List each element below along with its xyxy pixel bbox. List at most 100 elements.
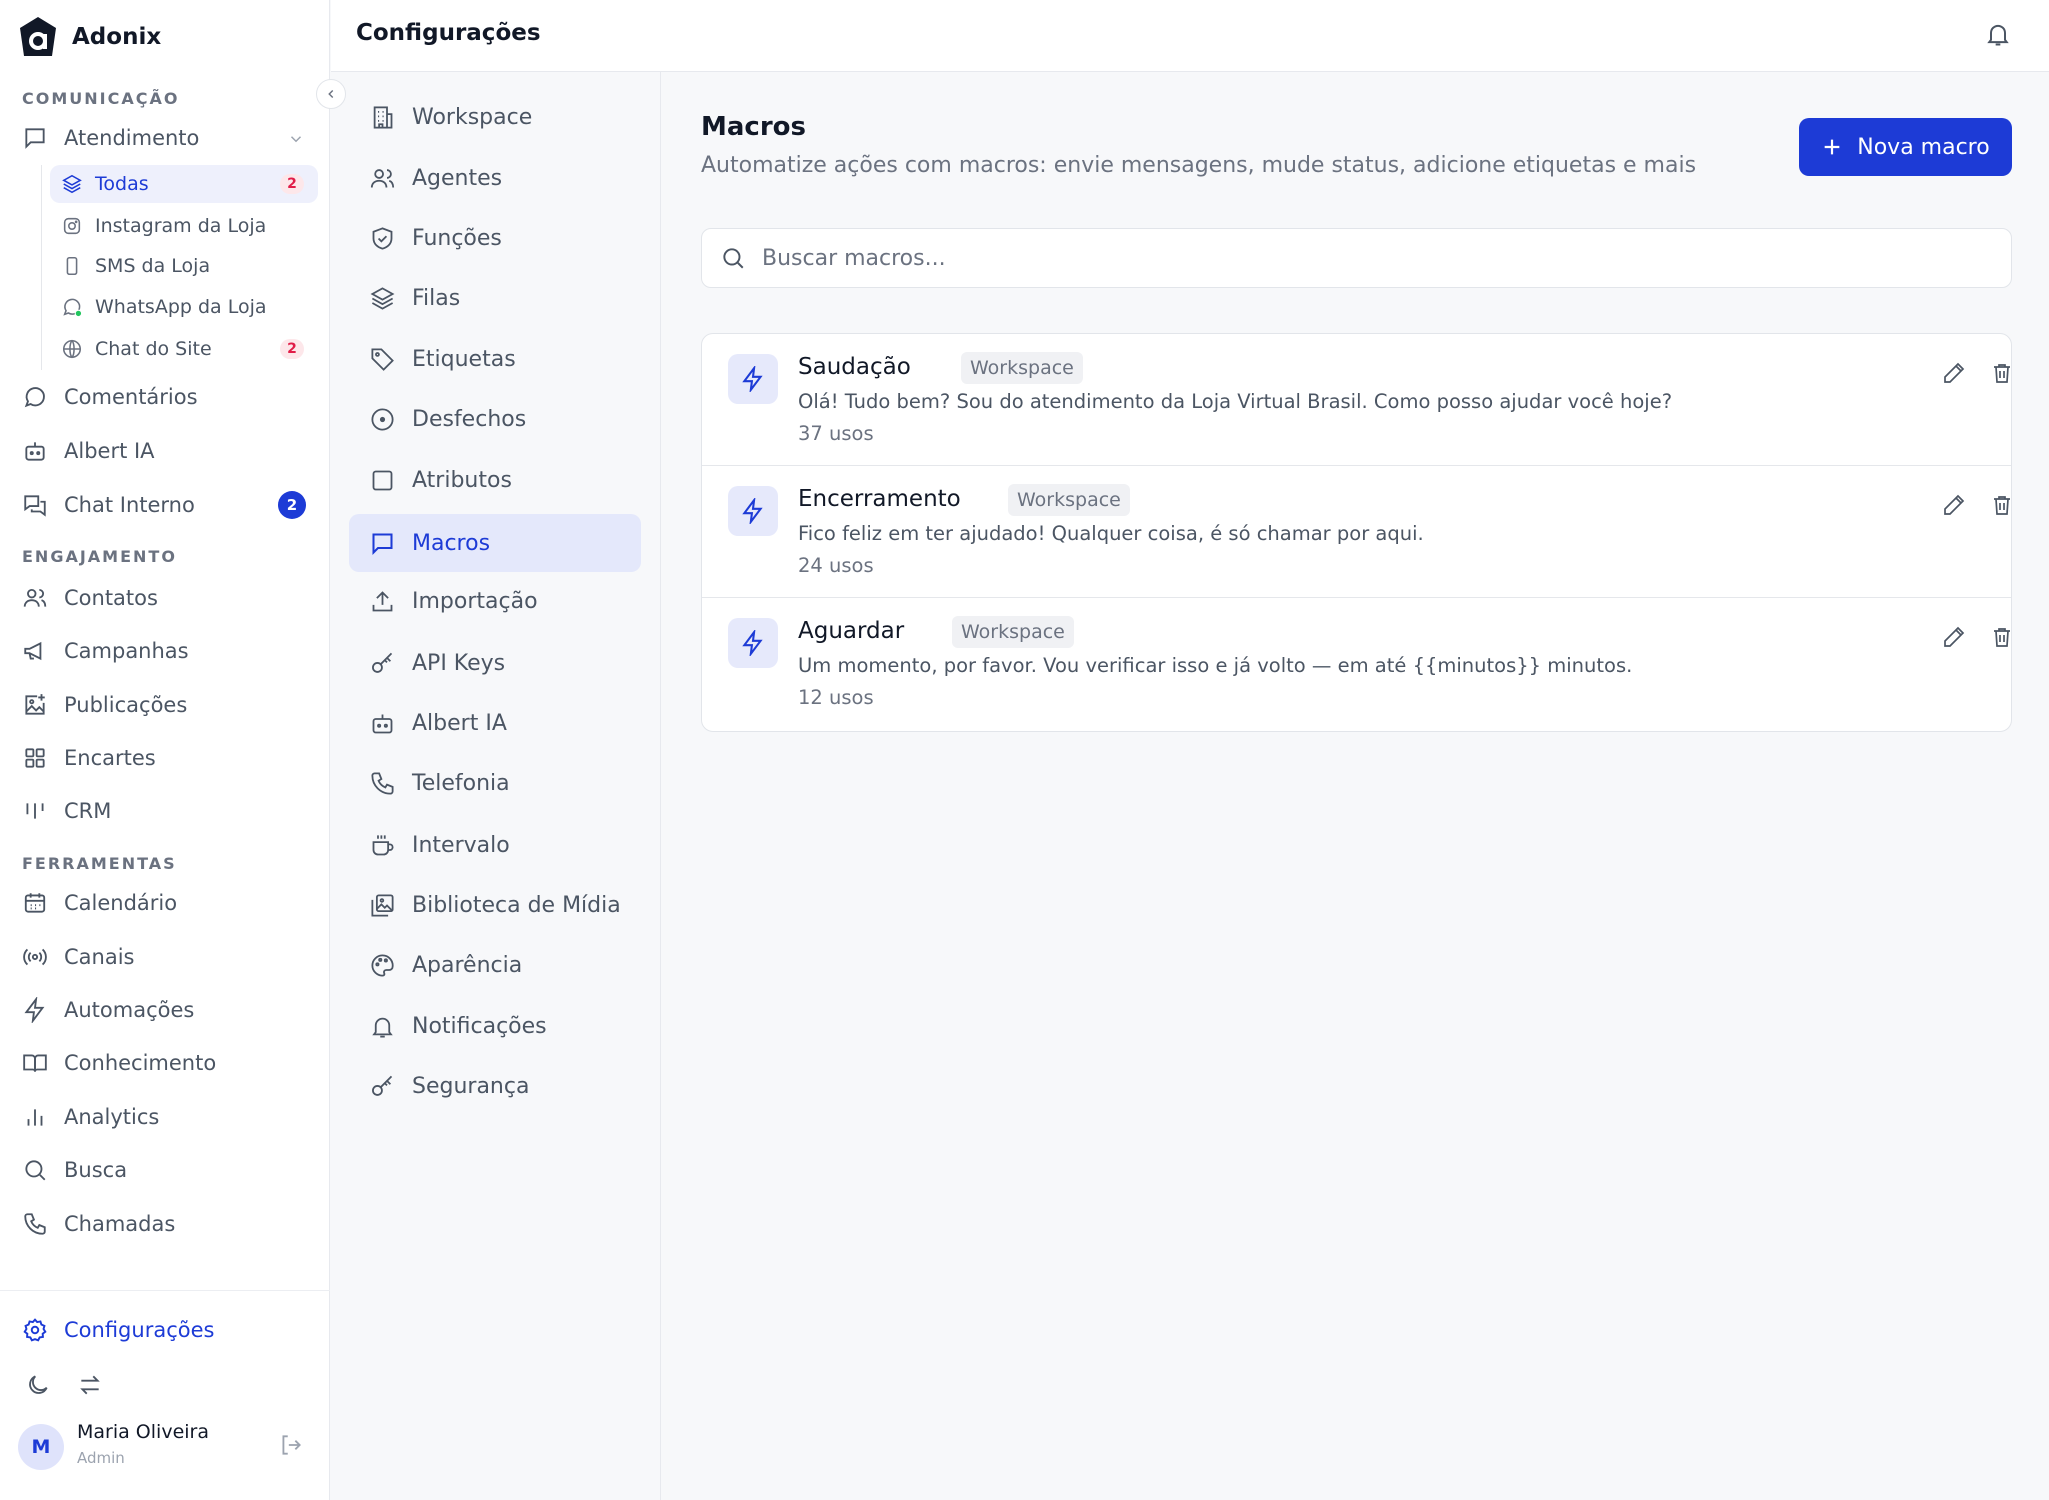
inbox-label: WhatsApp da Loja [95,296,267,318]
search-input[interactable] [762,245,1962,271]
settings-label: Biblioteca de Mídia [412,892,621,918]
theme-toggle-button[interactable] [23,1370,53,1400]
nav-label: Configurações [64,1318,215,1342]
search-box [701,228,2012,288]
settings-item-filas[interactable]: Filas [349,269,641,327]
moon-icon [25,1372,51,1398]
kanban-icon [22,798,48,824]
book-open-icon [22,1050,48,1076]
pencil-icon[interactable] [1939,358,1969,388]
upload-icon [369,588,396,615]
chevron-left-icon [328,89,334,99]
trash-icon[interactable] [1987,358,2011,388]
nav-item-campanhas[interactable]: Campanhas [22,638,189,664]
collapse-sidebar-button[interactable] [316,79,346,109]
nav-label: Calendário [64,891,178,915]
trash-icon[interactable] [1987,622,2011,652]
inbox-label: SMS da Loja [95,255,211,277]
nav-item-chamadas[interactable]: Chamadas [22,1211,175,1237]
inbox-item-chat-site[interactable]: Chat do Site 2 [50,330,318,368]
pencil-icon[interactable] [1939,490,1969,520]
nav-item-contatos[interactable]: Contatos [22,585,158,611]
settings-item-workspace[interactable]: Workspace [349,88,641,146]
macro-row[interactable]: Aguardar Workspace Um momento, por favor… [702,598,2011,730]
settings-item-macros[interactable]: Macros [349,514,641,572]
nav-item-encartes[interactable]: Encartes [22,745,156,771]
nav-label: Campanhas [64,639,189,663]
settings-label: Aparência [412,952,523,978]
nav-item-busca[interactable]: Busca [22,1157,127,1183]
nav-item-atendimento[interactable]: Atendimento [22,125,199,151]
settings-item-aparencia[interactable]: Aparência [349,936,641,994]
nav-item-canais[interactable]: Canais [22,944,135,970]
nav-label: Chamadas [64,1212,176,1236]
macro-name: Aguardar [798,618,905,644]
switch-workspace-button[interactable] [75,1370,105,1400]
settings-item-funcoes[interactable]: Funções [349,209,641,267]
inbox-item-instagram[interactable]: Instagram da Loja [50,207,318,245]
macro-row[interactable]: Encerramento Workspace Fico feliz em ter… [702,466,2011,598]
arrows-swap-icon [77,1372,103,1398]
bell-icon[interactable] [1984,20,2012,48]
nav-item-chat-interno[interactable]: Chat Interno [22,492,195,518]
settings-label: Desfechos [412,406,527,432]
messages-icon [22,492,48,518]
settings-item-etiquetas[interactable]: Etiquetas [349,330,641,388]
pencil-icon[interactable] [1939,622,1969,652]
scope-badge: Workspace [952,616,1074,648]
nav-item-calendario[interactable]: Calendário [22,890,177,916]
nav-item-albert-ia[interactable]: Albert IA [22,438,155,464]
nav-item-crm[interactable]: CRM [22,798,111,824]
inbox-item-sms[interactable]: SMS da Loja [50,247,318,285]
bot-icon [369,710,396,737]
macro-list: Saudação Workspace Olá! Tudo bem? Sou do… [701,333,2012,732]
settings-item-seguranca[interactable]: Segurança [349,1057,641,1115]
user-role: Admin [77,1449,125,1467]
settings-item-telefonia[interactable]: Telefonia [349,754,641,812]
macro-name: Encerramento [798,486,961,512]
message-square-icon [22,125,48,151]
nav-item-conhecimento[interactable]: Conhecimento [22,1050,216,1076]
nav-item-analytics[interactable]: Analytics [22,1104,159,1130]
settings-item-atributos[interactable]: Atributos [349,451,641,509]
page-title: Configurações [356,20,541,46]
nav-label: Conhecimento [64,1051,217,1075]
settings-item-intervalo[interactable]: Intervalo [349,816,641,874]
settings-item-albert-ia[interactable]: Albert IA [349,694,641,752]
logout-icon[interactable] [278,1432,304,1458]
settings-item-notificacoes[interactable]: Notificações [349,997,641,1055]
building-icon [369,104,396,131]
macro-row[interactable]: Saudação Workspace Olá! Tudo bem? Sou do… [702,334,2011,466]
inbox-item-todas[interactable]: Todas 2 [50,165,318,203]
settings-item-api-keys[interactable]: API Keys [349,634,641,692]
nav-item-publicacoes[interactable]: Publicações [22,692,187,718]
nav-label: Analytics [64,1105,160,1129]
nav-item-comentarios[interactable]: Comentários [22,384,198,410]
users-icon [369,165,396,192]
settings-item-importacao[interactable]: Importação [349,572,641,630]
trash-icon[interactable] [1987,490,2011,520]
nav-label: CRM [64,799,112,823]
square-icon [369,467,396,494]
section-title-engajamento: ENGAJAMENTO [22,547,177,566]
nav-label: Chat Interno [64,493,195,517]
chevron-down-icon[interactable] [287,130,305,148]
settings-item-biblioteca-midia[interactable]: Biblioteca de Mídia [349,876,641,934]
calendar-icon [22,890,48,916]
nav-item-automacoes[interactable]: Automações [22,997,194,1023]
section-subtitle: Automatize ações com macros: envie mensa… [701,153,1697,178]
settings-label: Macros [412,530,491,556]
settings-item-agentes[interactable]: Agentes [349,149,641,207]
nav-item-configuracoes[interactable]: Configurações [22,1317,214,1343]
button-label: Nova macro [1857,134,1990,160]
settings-item-desfechos[interactable]: Desfechos [349,390,641,448]
macro-uses: 37 usos [798,422,874,445]
new-macro-button[interactable]: Nova macro [1799,118,2012,176]
avatar[interactable]: M [18,1424,64,1470]
inbox-item-whatsapp[interactable]: WhatsApp da Loja [50,288,318,326]
key-icon [369,1073,396,1100]
section-title-comunicacao: COMUNICAÇÃO [22,89,180,108]
macro-text: Um momento, por favor. Vou verificar iss… [798,654,1633,677]
nav-label: Publicações [64,693,188,717]
brand[interactable]: Adonix [18,16,161,58]
